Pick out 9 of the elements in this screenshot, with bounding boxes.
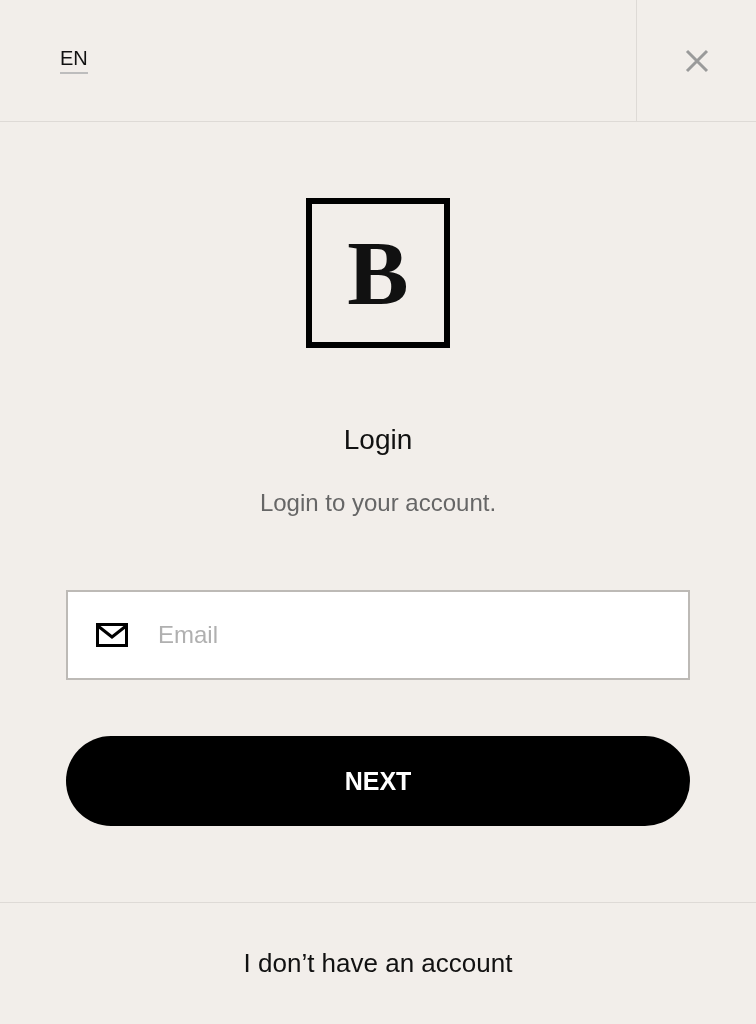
email-field[interactable]: Email bbox=[66, 590, 690, 680]
next-button[interactable]: NEXT bbox=[66, 736, 690, 826]
close-icon bbox=[684, 48, 709, 73]
close-button[interactable] bbox=[684, 48, 709, 73]
subtitle: Login to your account. bbox=[259, 488, 497, 518]
login-title: Login bbox=[343, 423, 413, 457]
language-tab[interactable]: EN bbox=[60, 47, 88, 74]
logo: B bbox=[306, 198, 450, 348]
no-account-link[interactable]: I don’t have an account bbox=[243, 948, 513, 979]
